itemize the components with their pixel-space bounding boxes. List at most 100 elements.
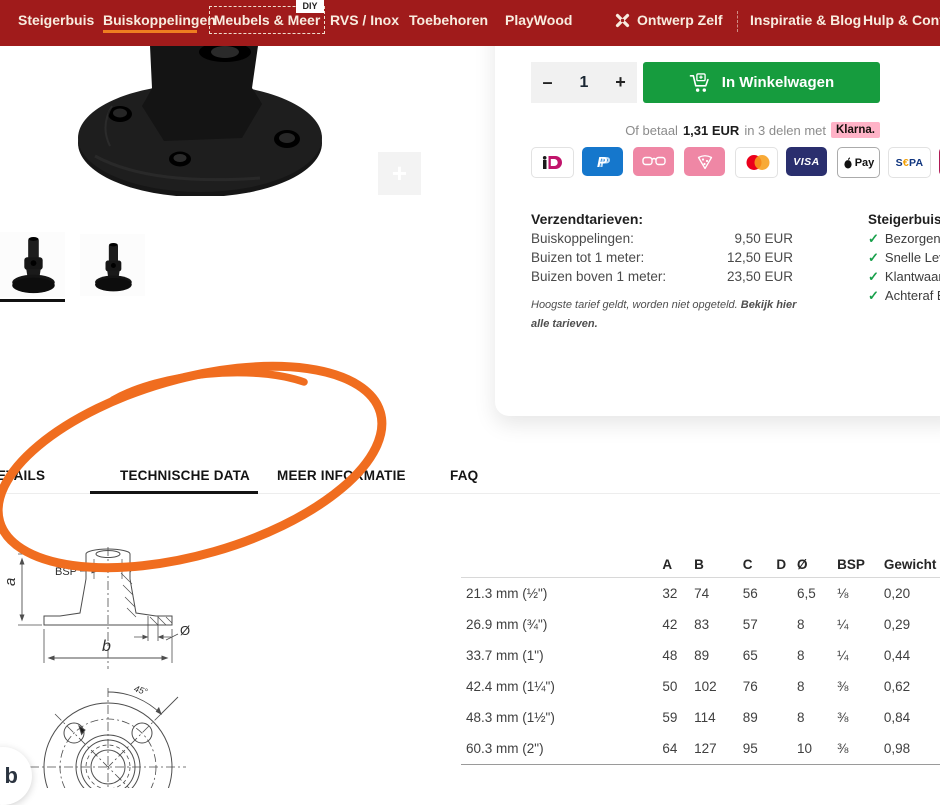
table-row: 26.9 mm (¾") 42 83 57 8 ¼ 0,29 (460, 609, 940, 640)
shipping-row: Buiskoppelingen: 9,50 EUR (531, 229, 793, 248)
quantity-decrease-button[interactable]: – (531, 72, 564, 93)
mastercard-icon (735, 147, 778, 178)
col-header-diameter: Ø (797, 557, 837, 572)
cart-plus-icon (689, 73, 712, 93)
usp-item: ✓ Snelle Levering (868, 248, 940, 267)
nav-item-rvs-inox[interactable]: RVS / Inox (330, 0, 399, 40)
nav-item-ontwerp-zelf[interactable]: Ontwerp Zelf (615, 0, 723, 40)
installment-amount: 1,31 EUR (683, 123, 739, 138)
nav-item-label: Ontwerp Zelf (637, 12, 723, 28)
product-main-image[interactable] (0, 46, 438, 196)
installment-prefix: Of betaal (625, 123, 678, 138)
tab-active-underline (90, 491, 258, 494)
apple-pay-icon: Pay (837, 147, 880, 178)
table-bottom-border (461, 764, 940, 765)
add-to-cart-label: In Winkelwagen (722, 74, 834, 91)
installment-suffix: in 3 delen met (744, 123, 826, 138)
quantity-value: 1 (564, 74, 604, 92)
check-icon: ✓ (868, 248, 879, 267)
technical-data-table: A B C D Ø BSP Gewicht (460, 551, 940, 577)
check-icon: ✓ (868, 286, 879, 305)
table-body: 21.3 mm (½") 32 74 56 6,5 ⅛ 0,20 26.9 mm… (460, 578, 940, 764)
nav-divider (737, 11, 738, 32)
shipping-price: 9,50 EUR (734, 229, 793, 248)
svg-text:P: P (597, 154, 608, 170)
drawing-label-bsp: BSP (55, 566, 77, 578)
installment-line: Of betaal 1,31 EUR in 3 delen met Klarna… (540, 120, 880, 140)
shipping-label: Buiskoppelingen: (531, 229, 634, 248)
usp-label: Bezorgen (885, 229, 940, 248)
shipping-row: Buizen boven 1 meter: 23,50 EUR (531, 267, 793, 286)
nav-item-inspiratie-blog[interactable]: Inspiratie & Blog (750, 0, 861, 40)
apple-logo-icon (843, 157, 853, 169)
check-icon: ✓ (868, 229, 879, 248)
shipping-note: Hoogste tarief geldt, worden niet opgete… (531, 296, 809, 334)
nav-item-toebehoren[interactable]: Toebehoren (409, 0, 488, 40)
thumbnail-flange-icon (88, 240, 138, 296)
drawing-label-a: a (2, 578, 19, 586)
tab-technische-data[interactable]: TECHNISCHE DATA (120, 468, 250, 483)
usp-label: Achteraf Betalen (885, 286, 940, 305)
usp-item: ✓ Achteraf Betalen (868, 286, 940, 305)
usp-label: Snelle Levering (885, 248, 940, 267)
technical-drawing: BSP a b Ø 45° (0, 545, 250, 788)
col-header-c: C (743, 557, 777, 572)
paypal-icon: P P (582, 147, 623, 176)
ideal-icon (531, 147, 574, 178)
col-header-b: B (694, 557, 743, 572)
nav-item-hulp-contact[interactable]: Hulp & Contact (863, 0, 940, 40)
usp-label: Klantwaardering (885, 267, 940, 286)
quantity-increase-button[interactable]: + (604, 72, 637, 93)
shipping-note-text: Hoogste tarief geldt, worden niet opgete… (531, 299, 741, 311)
usp-checklist: SteigerbuisCentrum ✓ Bezorgen ✓ Snelle L… (868, 210, 940, 305)
shipping-price: 12,50 EUR (727, 248, 793, 267)
col-header-weight: Gewicht (884, 557, 940, 572)
nav-item-label: Meubels & Meer (214, 12, 321, 28)
drawing-label-b: b (102, 638, 111, 655)
shipping-row: Buizen tot 1 meter: 12,50 EUR (531, 248, 793, 267)
thumbnail-flange-icon (4, 235, 62, 297)
thumbnail-2[interactable] (80, 234, 145, 296)
col-header-a: A (662, 557, 694, 572)
table-row: 33.7 mm (1") 48 89 65 8 ¼ 0,44 (460, 640, 940, 671)
chat-widget-label: b (5, 763, 18, 789)
quantity-stepper: – 1 + (531, 62, 637, 103)
visa-icon: VISA (786, 147, 827, 176)
usp-title: SteigerbuisCentrum (868, 210, 940, 229)
drawing-label-angle: 45° (133, 683, 149, 697)
tab-details[interactable]: DETAILS (0, 468, 45, 483)
table-row: 48.3 mm (1½") 59 114 89 8 ⅜ 0,84 (460, 702, 940, 733)
check-icon: ✓ (868, 267, 879, 286)
top-navigation: Steigerbuis Buiskoppelingen Meubels & Me… (0, 0, 940, 46)
shipping-title: Verzendtarieven: (531, 210, 793, 229)
nav-item-playwood[interactable]: PlayWood (505, 0, 572, 40)
shipping-label: Buizen boven 1 meter: (531, 267, 666, 286)
table-row: 42.4 mm (1¼") 50 102 76 8 ⅜ 0,62 (460, 671, 940, 702)
tab-faq[interactable]: FAQ (450, 468, 478, 483)
table-row: 60.3 mm (2") 64 127 95 10 ⅜ 0,98 (460, 733, 940, 764)
shipping-price: 23,50 EUR (727, 267, 793, 286)
table-row: 21.3 mm (½") 32 74 56 6,5 ⅛ 0,20 (460, 578, 940, 609)
tab-meer-informatie[interactable]: MEER INFORMATIE (277, 468, 406, 483)
table-header-row: A B C D Ø BSP Gewicht (460, 551, 940, 577)
usp-item: ✓ Klantwaardering (868, 267, 940, 286)
diy-badge: DIY (296, 0, 324, 13)
thumbnail-1[interactable] (0, 232, 65, 297)
thumbnail-active-underline (0, 299, 65, 302)
image-zoom-button[interactable]: + (378, 152, 421, 195)
design-x-icon (615, 13, 630, 28)
flange-product-photo (0, 46, 438, 196)
col-header-d: D (776, 557, 797, 572)
add-to-cart-button[interactable]: In Winkelwagen (643, 62, 880, 103)
nav-item-buiskoppelingen[interactable]: Buiskoppelingen (103, 0, 216, 40)
col-header-bsp: BSP (837, 557, 884, 572)
klarna-glasses-icon (633, 147, 674, 176)
shipping-rates: Verzendtarieven: Buiskoppelingen: 9,50 E… (531, 210, 793, 286)
drawing-label-diameter: Ø (180, 623, 190, 638)
shipping-label: Buizen tot 1 meter: (531, 248, 644, 267)
klarna-badge: Klarna. (831, 122, 880, 138)
active-nav-underline (103, 30, 197, 33)
klarna-pizza-icon (684, 147, 725, 176)
usp-item: ✓ Bezorgen (868, 229, 940, 248)
nav-item-steigerbuis[interactable]: Steigerbuis (18, 0, 94, 40)
